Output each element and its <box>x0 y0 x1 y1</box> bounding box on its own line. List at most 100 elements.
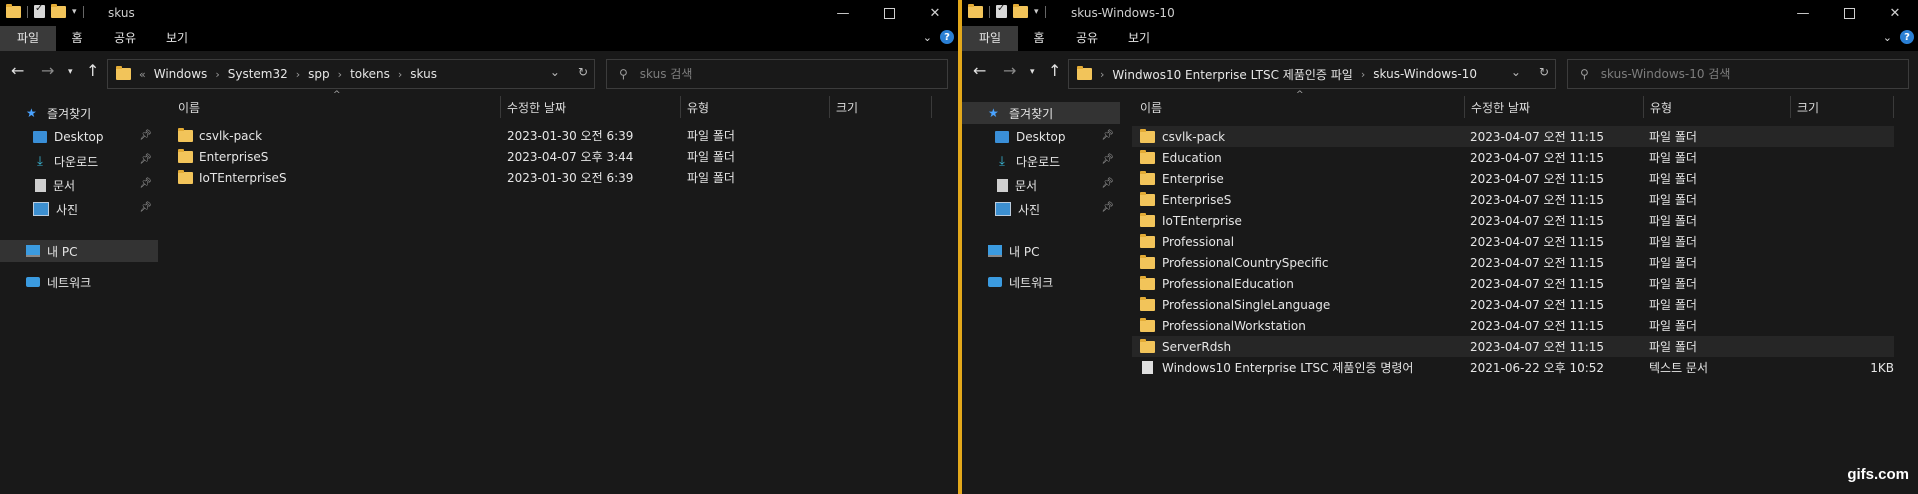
expand-ribbon-icon[interactable]: ⌄ <box>923 31 932 44</box>
properties-icon[interactable] <box>996 3 1007 18</box>
address-dropdown-icon[interactable]: ⌄ <box>550 65 560 79</box>
pin-icon[interactable]: 📌︎ <box>1101 202 1114 213</box>
file-row[interactable]: ProfessionalWorkstation 2023-04-07 오전 11… <box>1132 315 1894 336</box>
nav-network[interactable]: 네트워크 <box>962 271 1120 293</box>
pin-icon[interactable]: 📌︎ <box>1101 178 1114 189</box>
search-box[interactable]: ⚲ <box>1567 59 1909 89</box>
column-header-type[interactable]: 유형 <box>687 99 709 116</box>
pin-icon[interactable]: 📌︎ <box>139 130 152 141</box>
breadcrumb-item[interactable]: System32 <box>228 67 288 81</box>
file-row[interactable]: Education 2023-04-07 오전 11:15 파일 폴더 <box>1132 147 1894 168</box>
nav-downloads[interactable]: ⤓ 다운로드 📌︎ <box>0 150 158 172</box>
tab-share[interactable]: 공유 <box>98 26 152 51</box>
breadcrumb-item[interactable]: spp <box>308 67 330 81</box>
refresh-icon[interactable]: ↻ <box>578 65 588 79</box>
file-row[interactable]: EnterpriseS 2023-04-07 오후 3:44 파일 폴더 <box>178 146 938 167</box>
breadcrumb-item[interactable]: Windwos10 Enterprise LTSC 제품인증 파일 <box>1112 66 1352 83</box>
column-resize-handle[interactable] <box>931 96 932 118</box>
new-folder-icon[interactable] <box>51 3 66 18</box>
chevron-right-icon[interactable]: › <box>215 68 219 81</box>
chevron-right-icon[interactable]: › <box>1361 68 1365 81</box>
tab-view[interactable]: 보기 <box>152 26 202 51</box>
search-input[interactable] <box>1598 66 1833 82</box>
file-row[interactable]: IoTEnterprise 2023-04-07 오전 11:15 파일 폴더 <box>1132 210 1894 231</box>
close-button[interactable]: ✕ <box>1872 0 1918 26</box>
file-row[interactable]: ProfessionalEducation 2023-04-07 오전 11:1… <box>1132 273 1894 294</box>
pin-icon[interactable]: 📌︎ <box>139 202 152 213</box>
pin-icon[interactable]: 📌︎ <box>1101 154 1114 165</box>
customize-toolbar-icon[interactable]: ▾ <box>72 7 77 17</box>
column-header-name[interactable]: 이름 <box>1140 99 1162 116</box>
column-resize-handle[interactable] <box>680 96 681 118</box>
column-resize-handle[interactable] <box>1643 96 1644 118</box>
column-header-name[interactable]: 이름 <box>178 99 200 116</box>
nav-pictures[interactable]: 사진 📌︎ <box>0 198 158 220</box>
nav-this-pc[interactable]: 내 PC <box>962 240 1120 262</box>
forward-button[interactable]: → <box>41 61 54 80</box>
help-icon[interactable]: ? <box>1900 30 1914 44</box>
address-bar[interactable]: › Windwos10 Enterprise LTSC 제품인증 파일 › sk… <box>1068 59 1556 89</box>
breadcrumb-item[interactable]: Windows <box>154 67 208 81</box>
nav-desktop[interactable]: Desktop 📌︎ <box>962 126 1120 148</box>
file-row[interactable]: csvlk-pack 2023-01-30 오전 6:39 파일 폴더 <box>178 125 938 146</box>
nav-network[interactable]: 네트워크 <box>0 271 158 293</box>
search-box[interactable]: ⚲ <box>606 59 948 89</box>
nav-quick-access[interactable]: ★ 즐겨찾기 <box>962 102 1120 124</box>
up-button[interactable]: ↑ <box>86 61 99 80</box>
nav-this-pc[interactable]: 내 PC <box>0 240 158 262</box>
column-resize-handle[interactable] <box>1790 96 1791 118</box>
recent-locations-button[interactable]: ▾ <box>68 67 73 77</box>
minimize-button[interactable]: — <box>820 0 866 26</box>
close-button[interactable]: ✕ <box>912 0 958 26</box>
minimize-button[interactable]: — <box>1780 0 1826 26</box>
file-row[interactable]: Enterprise 2023-04-07 오전 11:15 파일 폴더 <box>1132 168 1894 189</box>
nav-documents[interactable]: 문서 📌︎ <box>0 174 158 196</box>
file-row[interactable]: ProfessionalCountrySpecific 2023-04-07 오… <box>1132 252 1894 273</box>
nav-desktop[interactable]: Desktop 📌︎ <box>0 126 158 148</box>
nav-pictures[interactable]: 사진 📌︎ <box>962 198 1120 220</box>
column-resize-handle[interactable] <box>1464 96 1465 118</box>
column-header-type[interactable]: 유형 <box>1650 99 1672 116</box>
tab-share[interactable]: 공유 <box>1060 26 1114 51</box>
column-header-date[interactable]: 수정한 날짜 <box>507 99 566 116</box>
tab-view[interactable]: 보기 <box>1114 26 1164 51</box>
address-dropdown-icon[interactable]: ⌄ <box>1511 65 1521 79</box>
new-folder-icon[interactable] <box>1013 3 1028 18</box>
pin-icon[interactable]: 📌︎ <box>139 154 152 165</box>
expand-ribbon-icon[interactable]: ⌄ <box>1883 31 1892 44</box>
file-row[interactable]: ProfessionalSingleLanguage 2023-04-07 오전… <box>1132 294 1894 315</box>
column-header-size[interactable]: 크기 <box>836 99 858 116</box>
file-row[interactable]: EnterpriseS 2023-04-07 오전 11:15 파일 폴더 <box>1132 189 1894 210</box>
help-icon[interactable]: ? <box>940 30 954 44</box>
column-resize-handle[interactable] <box>1893 96 1894 118</box>
tab-home[interactable]: 홈 <box>1018 26 1060 51</box>
recent-locations-button[interactable]: ▾ <box>1030 67 1035 77</box>
tab-home[interactable]: 홈 <box>56 26 98 51</box>
tab-file[interactable]: 파일 <box>962 26 1018 51</box>
column-header-size[interactable]: 크기 <box>1797 99 1819 116</box>
forward-button[interactable]: → <box>1003 61 1016 80</box>
maximize-button[interactable] <box>1826 0 1872 26</box>
address-bar[interactable]: « Windows › System32 › spp › tokens › sk… <box>107 59 595 89</box>
chevron-right-icon[interactable]: › <box>338 68 342 81</box>
file-row[interactable]: csvlk-pack 2023-04-07 오전 11:15 파일 폴더 <box>1132 126 1894 147</box>
file-row[interactable]: IoTEnterpriseS 2023-01-30 오전 6:39 파일 폴더 <box>178 167 938 188</box>
maximize-button[interactable] <box>866 0 912 26</box>
chevron-right-icon[interactable]: › <box>296 68 300 81</box>
pin-icon[interactable]: 📌︎ <box>1101 130 1114 141</box>
tab-file[interactable]: 파일 <box>0 26 56 51</box>
column-resize-handle[interactable] <box>829 96 830 118</box>
chevron-right-icon[interactable]: › <box>1100 68 1104 81</box>
nav-downloads[interactable]: ⤓ 다운로드 📌︎ <box>962 150 1120 172</box>
column-header-date[interactable]: 수정한 날짜 <box>1471 99 1530 116</box>
refresh-icon[interactable]: ↻ <box>1539 65 1549 79</box>
breadcrumb-item[interactable]: skus <box>410 67 437 81</box>
search-input[interactable] <box>637 66 872 82</box>
breadcrumb-item[interactable]: tokens <box>350 67 390 81</box>
chevron-right-icon[interactable]: › <box>398 68 402 81</box>
properties-icon[interactable] <box>34 3 45 18</box>
breadcrumb-item[interactable]: skus-Windows-10 <box>1373 67 1477 81</box>
nav-documents[interactable]: 문서 📌︎ <box>962 174 1120 196</box>
file-row[interactable]: Windows10 Enterprise LTSC 제품인증 명령어 2021-… <box>1132 357 1894 378</box>
pin-icon[interactable]: 📌︎ <box>139 178 152 189</box>
